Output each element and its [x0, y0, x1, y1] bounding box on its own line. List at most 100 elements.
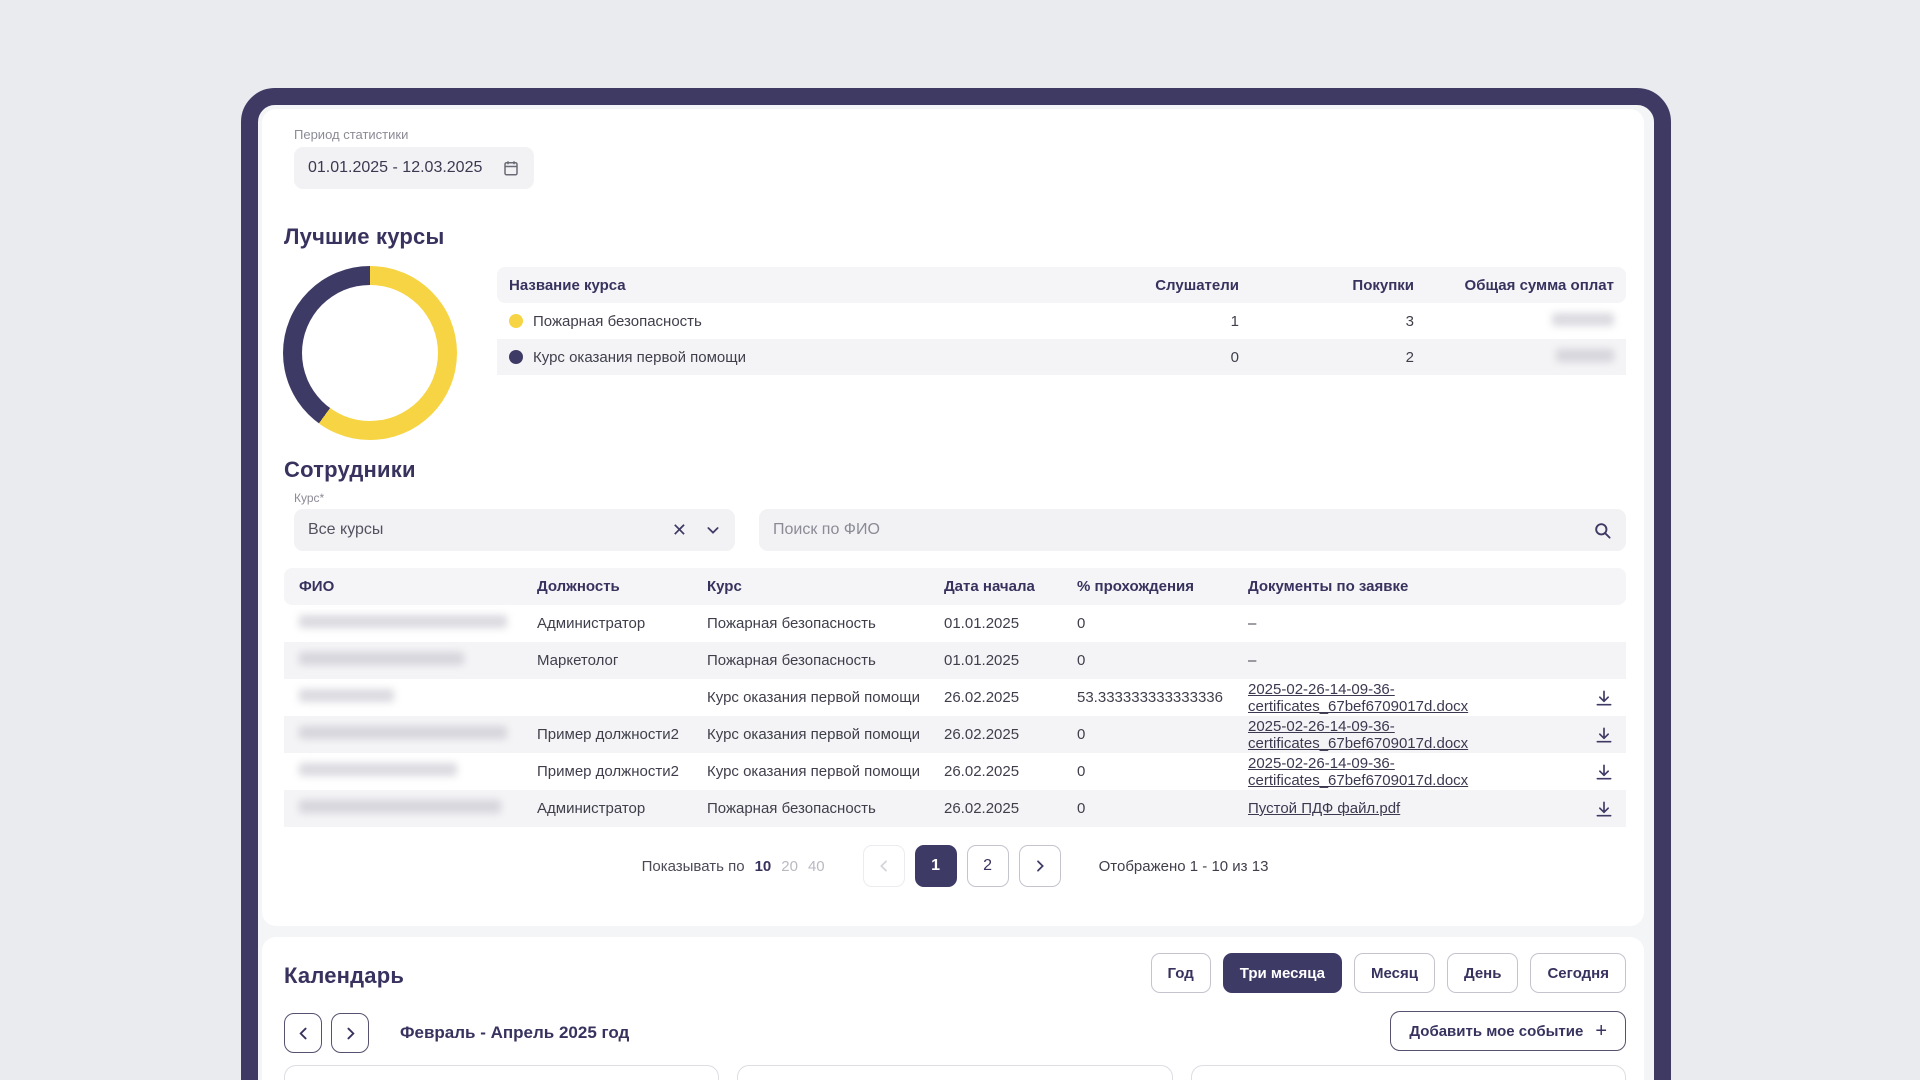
- start-date-cell: 01.01.2025: [944, 652, 1077, 669]
- prev-period-button[interactable]: [284, 1013, 322, 1053]
- col-documents: Документы по заявке: [1248, 578, 1586, 595]
- fio-cell: [299, 726, 537, 743]
- course-row: Курс оказания первой помощи02: [497, 339, 1626, 375]
- start-date-cell: 26.02.2025: [944, 689, 1077, 706]
- document-link[interactable]: Пустой ПДФ файл.pdf: [1248, 800, 1400, 817]
- calendar-icon: [502, 159, 520, 177]
- course-cell: Пожарная безопасность: [707, 652, 944, 669]
- employee-row: МаркетологПожарная безопасность01.01.202…: [284, 642, 1626, 679]
- fio-cell: [299, 763, 537, 780]
- col-course: Курс: [707, 578, 944, 595]
- view-button-inactive[interactable]: Месяц: [1354, 953, 1435, 993]
- total-cell: [1414, 349, 1614, 366]
- page-content: Период статистики 01.01.2025 - 12.03.202…: [258, 105, 1654, 1080]
- document-link[interactable]: 2025-02-26-14-09-36-certificates_67bef67…: [1248, 718, 1468, 752]
- listeners-cell: 0: [1099, 349, 1239, 366]
- add-event-button[interactable]: Добавить мое событие +: [1390, 1011, 1626, 1051]
- position-cell: Администратор: [537, 800, 707, 817]
- document-link[interactable]: 2025-02-26-14-09-36-certificates_67bef67…: [1248, 755, 1468, 789]
- view-button-inactive[interactable]: Сегодня: [1530, 953, 1626, 993]
- redacted-text: [299, 726, 507, 739]
- course-filter-select[interactable]: Все курсы ✕: [294, 509, 735, 551]
- purchases-cell: 2: [1239, 349, 1414, 366]
- percent-cell: 0: [1077, 615, 1248, 632]
- position-cell: Администратор: [537, 615, 707, 632]
- page-size-option[interactable]: 10: [755, 858, 772, 875]
- plus-icon: +: [1595, 1020, 1607, 1043]
- redacted-text: [299, 615, 507, 628]
- fio-cell: [299, 615, 537, 632]
- period-label: Период статистики: [294, 127, 408, 142]
- percent-cell: 53.333333333333336: [1077, 689, 1248, 706]
- calendar-month-cards: [284, 1065, 1626, 1080]
- page-button[interactable]: 2: [967, 845, 1009, 887]
- next-period-button[interactable]: [331, 1013, 369, 1053]
- download-cell: [1586, 791, 1626, 827]
- employees-title: Сотрудники: [284, 457, 416, 483]
- next-page-button[interactable]: [1019, 845, 1061, 887]
- view-button-inactive[interactable]: День: [1447, 953, 1519, 993]
- percent-cell: 0: [1077, 763, 1248, 780]
- page-size-option[interactable]: 20: [781, 858, 798, 875]
- best-courses-donut-chart: [283, 266, 457, 440]
- chevron-down-icon[interactable]: [705, 522, 721, 538]
- course-cell: Пожарная безопасность: [707, 615, 944, 632]
- percent-cell: 0: [1077, 800, 1248, 817]
- calendar-nav: Февраль - Апрель 2025 год: [284, 1013, 629, 1053]
- period-date-range-input[interactable]: 01.01.2025 - 12.03.2025: [294, 147, 534, 189]
- prev-page-button[interactable]: [863, 845, 905, 887]
- download-cell: [1586, 717, 1626, 753]
- course-cell: Пожарная безопасность: [707, 800, 944, 817]
- page-size-options: 10 20 40: [755, 858, 825, 875]
- clear-filter-icon[interactable]: ✕: [672, 520, 687, 541]
- page-buttons: 12: [915, 845, 1009, 887]
- listeners-cell: 1: [1099, 313, 1239, 330]
- course-cell: Курс оказания первой помощи: [707, 689, 944, 706]
- col-total: Общая сумма оплат: [1414, 277, 1614, 294]
- document-cell: 2025-02-26-14-09-36-certificates_67bef67…: [1248, 681, 1586, 715]
- document-cell: 2025-02-26-14-09-36-certificates_67bef67…: [1248, 718, 1586, 752]
- page-button[interactable]: 1: [915, 845, 957, 887]
- employees-table-body: АдминистраторПожарная безопасность01.01.…: [284, 605, 1626, 827]
- download-cell: [1586, 754, 1626, 790]
- employee-row: АдминистраторПожарная безопасность01.01.…: [284, 605, 1626, 642]
- redacted-text: [299, 689, 394, 702]
- view-button-inactive[interactable]: Год: [1151, 953, 1211, 993]
- month-card: [1191, 1065, 1626, 1080]
- search-icon[interactable]: [1593, 521, 1612, 540]
- document-link[interactable]: 2025-02-26-14-09-36-certificates_67bef67…: [1248, 681, 1468, 715]
- document-cell: –: [1248, 615, 1586, 632]
- start-date-cell: 26.02.2025: [944, 763, 1077, 780]
- fio-cell: [299, 652, 537, 669]
- col-percent: % прохождения: [1077, 578, 1248, 595]
- search-field: [759, 509, 1626, 551]
- position-cell: Пример должности2: [537, 726, 707, 743]
- statistics-card: Период статистики 01.01.2025 - 12.03.202…: [262, 109, 1644, 926]
- download-cell: [1586, 680, 1626, 716]
- purchases-cell: 3: [1239, 313, 1414, 330]
- download-icon[interactable]: [1586, 754, 1622, 790]
- download-icon[interactable]: [1586, 717, 1622, 753]
- employee-row: Пример должности2Курс оказания первой по…: [284, 716, 1626, 753]
- course-filter-value: Все курсы: [308, 521, 672, 539]
- document-cell: –: [1248, 652, 1586, 669]
- course-cell: Курс оказания первой помощи: [707, 726, 944, 743]
- download-icon[interactable]: [1586, 791, 1622, 827]
- redacted-text: [1552, 313, 1614, 326]
- page-size-option[interactable]: 40: [808, 858, 825, 875]
- legend-dot-icon: [509, 350, 523, 364]
- position-cell: Пример должности2: [537, 763, 707, 780]
- calendar-range-label: Февраль - Апрель 2025 год: [400, 1023, 629, 1043]
- month-card: [737, 1065, 1172, 1080]
- legend-dot-icon: [509, 314, 523, 328]
- courses-table-header: Название курса Слушатели Покупки Общая с…: [497, 267, 1626, 303]
- view-button-active[interactable]: Три месяца: [1223, 953, 1342, 993]
- search-input[interactable]: [773, 521, 1593, 539]
- download-icon[interactable]: [1586, 680, 1622, 716]
- calendar-card: Календарь ГодТри месяцаМесяцДеньСегодня …: [262, 937, 1644, 1080]
- percent-cell: 0: [1077, 652, 1248, 669]
- course-filter-label: Курс*: [294, 491, 324, 505]
- add-event-label: Добавить мое событие: [1409, 1023, 1583, 1040]
- col-purchases: Покупки: [1239, 277, 1414, 294]
- calendar-view-switcher: Год Три месяца Месяц День Сегодня: [1151, 953, 1626, 993]
